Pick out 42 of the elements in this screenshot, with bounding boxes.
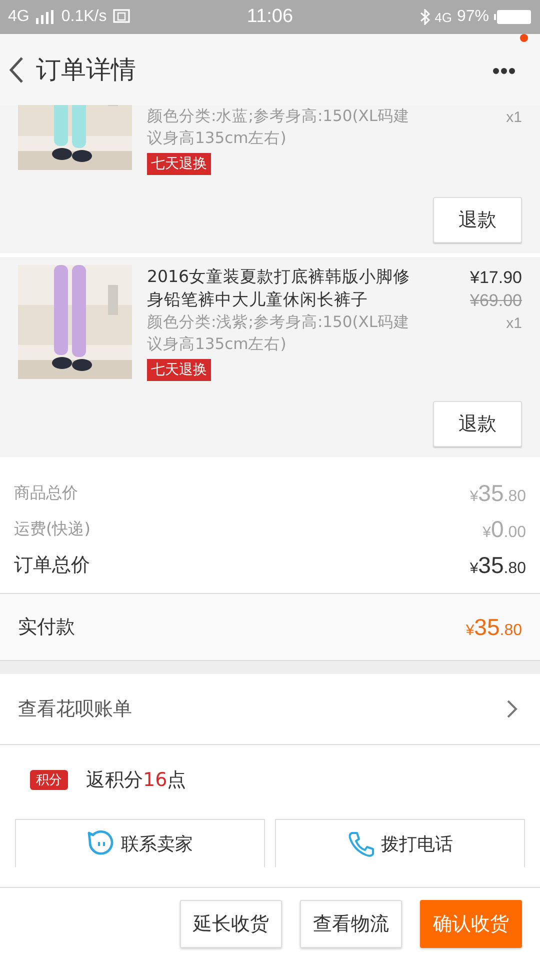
quantity-label: x1 xyxy=(506,109,522,126)
battery-icon xyxy=(494,9,532,25)
points-tag: 积分 xyxy=(30,770,68,790)
refund-button[interactable]: 退款 xyxy=(433,401,522,447)
action-button[interactable]: 查看物流 xyxy=(300,900,402,948)
more-icon[interactable] xyxy=(492,67,516,75)
product-spec: 颜色分类:浅紫;参考身高:150(XL码建议身高135cm左右) xyxy=(147,312,411,355)
original-price: ¥69.00 xyxy=(470,291,522,311)
contact-button[interactable]: 联系卖家 xyxy=(15,819,265,867)
network-label: 4G xyxy=(8,8,30,26)
amount-value: ¥35.80 xyxy=(470,552,526,578)
bill-row[interactable]: 查看花呗账单 xyxy=(0,674,540,745)
phone-icon xyxy=(347,830,375,858)
summary-label: 运费(快递) xyxy=(14,518,90,540)
signal-icon xyxy=(35,10,56,24)
speed-label: 0.1K/s xyxy=(61,8,107,26)
points-text: 返积分16点 xyxy=(86,768,186,793)
product-title[interactable]: 2016女童装夏款打底裤韩版小脚修身铅笔裤中大儿童休闲长裤子 xyxy=(147,265,417,311)
screenshot-icon xyxy=(112,9,131,25)
clock: 11:06 xyxy=(246,6,294,28)
bill-label: 查看花呗账单 xyxy=(18,697,132,722)
quantity-label: x1 xyxy=(506,315,522,332)
contact-button[interactable]: 拨打电话 xyxy=(275,819,525,867)
summary-label: 订单总价 xyxy=(14,553,90,578)
network-label: 4G xyxy=(434,10,452,24)
paid-amount: ¥35.80 xyxy=(466,614,522,640)
chevron-right-icon xyxy=(506,699,518,719)
amount-value: ¥0.00 xyxy=(482,516,526,542)
action-button[interactable]: 延长收货 xyxy=(180,900,282,948)
battery-label: 97% xyxy=(456,8,489,26)
chat-icon xyxy=(87,830,115,858)
return-tag: 七天退换 xyxy=(147,359,211,381)
amount-value: ¥35.80 xyxy=(470,480,526,506)
back-icon[interactable] xyxy=(8,56,24,84)
summary-label: 商品总价 xyxy=(14,482,78,504)
refund-button[interactable]: 退款 xyxy=(433,197,522,243)
page-title: 订单详情 xyxy=(36,54,137,86)
paid-label: 实付款 xyxy=(18,615,75,640)
product-spec: 颜色分类:水蓝;参考身高:150(XL码建议身高135cm左右) xyxy=(147,106,411,149)
return-tag: 七天退换 xyxy=(147,153,211,175)
product-price: ¥17.90 xyxy=(470,267,522,289)
bluetooth-icon xyxy=(420,9,430,25)
